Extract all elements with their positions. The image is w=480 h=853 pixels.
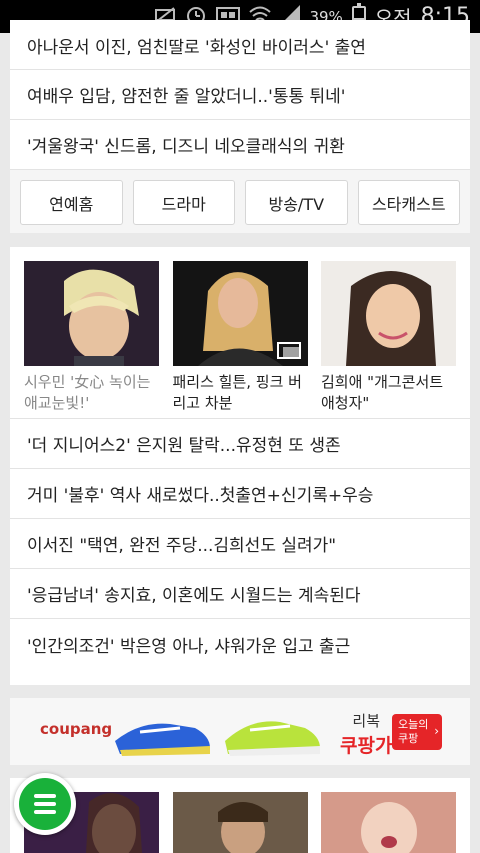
photo-news-item[interactable]: 김희애 "개그콘서트 애청자" bbox=[321, 261, 456, 418]
ad-product-label: 리복 bbox=[352, 712, 381, 730]
photo-news-row: 시우민 '女心 녹이는 애교눈빛!' 패리스 힐튼, 핑크 버리고 차분 김희애… bbox=[10, 247, 470, 419]
sneaker-images bbox=[115, 721, 320, 756]
news-item[interactable]: '더 지니어스2' 은지원 탈락...유정현 또 생존 bbox=[10, 419, 470, 469]
photo-news-caption[interactable]: 시우민 '女心 녹이는 애교눈빛!' bbox=[24, 372, 159, 414]
top-news-card: 아나운서 이진, 엄친딸로 '화성인 바이러스' 출연 여배우 입담, 얌전한 … bbox=[10, 20, 470, 233]
category-broadcast-tv-button[interactable]: 방송/TV bbox=[245, 180, 348, 225]
news-item[interactable]: 거미 '불후' 역사 새로썼다..첫출연+신기록+우승 bbox=[10, 469, 470, 519]
photo-news-card: 시우민 '女心 녹이는 애교눈빛!' 패리스 힐튼, 핑크 버리고 차분 김희애… bbox=[10, 247, 470, 685]
photo-news-caption[interactable]: 김희애 "개그콘서트 애청자" bbox=[321, 372, 456, 414]
news-item[interactable]: '인간의조건' 박은영 아나, 샤워가운 입고 출근 bbox=[10, 619, 470, 669]
news-item[interactable]: '겨울왕국' 신드롬, 디즈니 네오클래식의 귀환 bbox=[10, 120, 470, 170]
category-tabs: 연예홈 드라마 방송/TV 스타캐스트 bbox=[10, 170, 470, 233]
news-item[interactable]: '응급남녀' 송지효, 이혼에도 시월드는 계속된다 bbox=[10, 569, 470, 619]
ad-product-sub: 쿠팡가 bbox=[340, 735, 393, 757]
coupang-today-button[interactable]: 오늘의 쿠팡 › bbox=[392, 714, 442, 750]
photo-news-caption[interactable]: 패리스 힐튼, 핑크 버리고 차분 bbox=[173, 372, 308, 414]
bottom-photo-card bbox=[10, 778, 470, 853]
photo-news-image[interactable] bbox=[321, 792, 456, 853]
photo-news-item[interactable]: 시우민 '女心 녹이는 애교눈빛!' bbox=[24, 261, 159, 418]
category-entertainment-home-button[interactable]: 연예홈 bbox=[20, 180, 123, 225]
category-starcast-button[interactable]: 스타캐스트 bbox=[357, 180, 460, 225]
coupang-logo: coupang bbox=[40, 720, 113, 738]
chevron-right-icon: › bbox=[434, 724, 439, 738]
news-item[interactable]: 이서진 "택연, 완전 주당...김희선도 실려가" bbox=[10, 519, 470, 569]
category-drama-button[interactable]: 드라마 bbox=[132, 180, 235, 225]
news-item[interactable]: 아나운서 이진, 엄친딸로 '화성인 바이러스' 출연 bbox=[10, 20, 470, 70]
news-item[interactable]: 여배우 입담, 얌전한 줄 알았더니..'통통 튀네' bbox=[10, 70, 470, 120]
ad-banner[interactable]: coupang 리복 쿠팡가 오늘의 쿠팡 › bbox=[10, 698, 470, 765]
photo-news-item[interactable]: 패리스 힐튼, 핑크 버리고 차분 bbox=[172, 261, 308, 418]
hamburger-icon bbox=[19, 778, 71, 830]
menu-button[interactable] bbox=[14, 773, 76, 835]
photo-news-image[interactable] bbox=[321, 261, 456, 366]
photo-news-image[interactable] bbox=[172, 261, 308, 366]
photo-news-image[interactable] bbox=[24, 261, 159, 366]
photo-news-image[interactable] bbox=[172, 792, 308, 853]
